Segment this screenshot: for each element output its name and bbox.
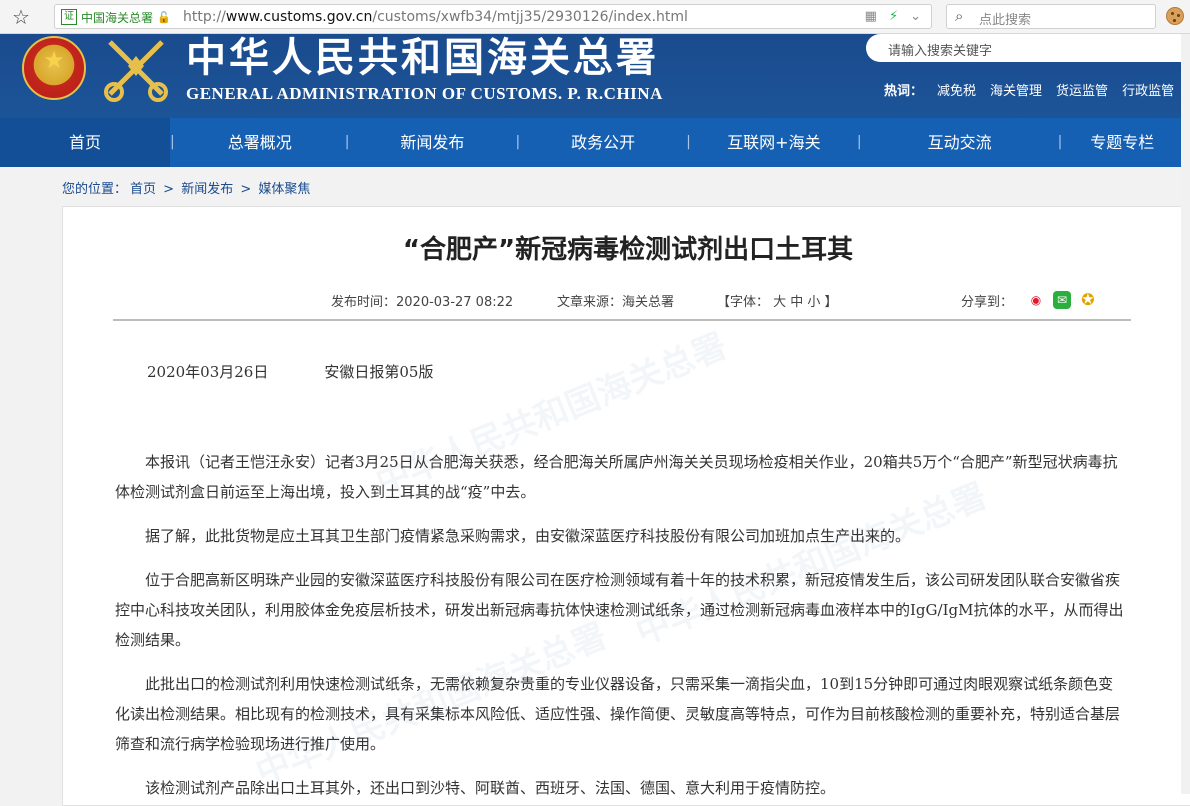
breadcrumb-link-media[interactable]: 媒体聚焦: [258, 182, 310, 197]
customs-key-logo-icon: [104, 40, 168, 102]
share-label: 分享到：: [961, 295, 1014, 310]
article-meta: 发布时间：2020-03-27 08:22 文章来源：海关总署 【字体： 大 中…: [63, 291, 1190, 311]
nav-item-internet-customs[interactable]: 互联网+海关: [691, 118, 857, 167]
site-search-placeholder: 请输入搜索关键字: [888, 44, 993, 59]
chevron-down-icon[interactable]: ⌄: [910, 8, 921, 26]
site-header: 中华人民共和国海关总署 GENERAL ADMINISTRATION OF CU…: [0, 34, 1190, 118]
breadcrumb-sep: >: [240, 182, 252, 197]
cookie-icon[interactable]: [1166, 7, 1184, 25]
nav-item-interaction[interactable]: 互动交流: [862, 118, 1058, 167]
article-paragraph: 该检测试剂产品除出口土耳其外，还出口到沙特、阿联酋、西班牙、法国、德国、意大利用…: [145, 779, 836, 797]
article-paragraph: 位于合肥高新区明珠产业园的安徽深蓝医疗科技股份有限公司在医疗检测领域有着十年的技…: [115, 571, 1124, 649]
font-size-switcher[interactable]: 【字体： 大 中 小 】: [717, 291, 838, 310]
nav-item-gov-affairs[interactable]: 政务公开: [520, 118, 686, 167]
url-text[interactable]: http://www.customs.gov.cn/customs/xwfb34…: [183, 8, 688, 26]
weibo-share-icon[interactable]: ◉: [1027, 291, 1045, 309]
certificate-badge-icon: 证: [61, 9, 77, 25]
favorite-star-icon[interactable]: ✪: [1079, 291, 1097, 309]
hot-word-link[interactable]: 减免税: [937, 80, 976, 99]
hot-word-link[interactable]: 海关管理: [990, 80, 1042, 99]
breadcrumb-sep: >: [163, 182, 175, 197]
article-title: “合肥产”新冠病毒检测试剂出口土耳其: [402, 235, 854, 265]
address-bar[interactable]: 证 中国海关总署 🔓 http://www.customs.gov.cn/cus…: [54, 4, 932, 29]
nav-item-special-topics[interactable]: 专题专栏: [1062, 118, 1182, 167]
hot-words-label: 热词：: [884, 84, 924, 99]
article-source: 文章来源：海关总署: [557, 295, 675, 310]
lightning-icon[interactable]: ⚡: [889, 8, 898, 26]
breadcrumb-link-home[interactable]: 首页: [130, 182, 156, 197]
wechat-share-icon[interactable]: ✉: [1053, 291, 1071, 309]
article-dateline: 2020年03月26日 安徽日报第05版: [115, 357, 1125, 387]
article-body: 2020年03月26日 安徽日报第05版 本报讯（记者王恺汪永安）记者3月25日…: [115, 357, 1125, 805]
insecure-lock-icon: 🔓: [157, 10, 171, 24]
main-nav: 首页 | 总署概况 | 新闻发布 | 政务公开 | 互联网+海关 | 互动交流 …: [0, 118, 1190, 167]
article-paragraph: 本报讯（记者王恺汪永安）记者3月25日从合肥海关获悉，经合肥海关所属庐州海关关员…: [115, 453, 1118, 501]
breadcrumb-link-news[interactable]: 新闻发布: [181, 182, 233, 197]
hot-words: 热词： 减免税 海关管理 货运监管 行政监管: [884, 80, 1174, 99]
article-paper: 安徽日报第05版: [324, 363, 434, 381]
nav-item-news[interactable]: 新闻发布: [349, 118, 515, 167]
browser-toolbar: ☆ 证 中国海关总署 🔓 http://www.customs.gov.cn/c…: [0, 0, 1190, 34]
article: 中华人民共和国海关总署 中华人民共和国海关总署 中华人民共和国海关总署 “合肥产…: [62, 206, 1190, 806]
hot-word-link[interactable]: 行政监管: [1122, 80, 1174, 99]
browser-search-placeholder: 点此搜索: [979, 13, 1032, 28]
browser-search-box[interactable]: ⌕ 点此搜索: [946, 4, 1156, 29]
nav-item-overview[interactable]: 总署概况: [175, 118, 345, 167]
breadcrumb-prefix: 您的位置：: [62, 182, 128, 197]
grid-icon[interactable]: ▦: [865, 8, 877, 26]
hot-word-link[interactable]: 货运监管: [1056, 80, 1108, 99]
site-title-cn[interactable]: 中华人民共和国海关总署: [186, 36, 659, 80]
site-title-en: GENERAL ADMINISTRATION OF CUSTOMS. P. R.…: [186, 84, 663, 103]
breadcrumb: 您的位置： 首页 > 新闻发布 > 媒体聚焦: [62, 178, 313, 197]
publish-time: 发布时间：2020-03-27 08:22: [331, 295, 514, 310]
title-divider: [113, 319, 1131, 321]
article-paragraph: 据了解，此批货物是应土耳其卫生部门疫情紧急采购需求，由安徽深蓝医疗科技股份有限公…: [145, 527, 911, 545]
site-search-input[interactable]: 请输入搜索关键字: [866, 34, 1190, 62]
search-icon: ⌕: [955, 7, 964, 25]
article-paragraph: 此批出口的检测试剂利用快速检测试纸条，无需依赖复杂贵重的专业仪器设备，只需采集一…: [115, 675, 1121, 753]
nav-item-home[interactable]: 首页: [0, 118, 170, 167]
national-emblem-icon: [22, 36, 86, 100]
site-identity[interactable]: 证 中国海关总署 🔓: [61, 8, 171, 26]
bookmark-star-icon[interactable]: ☆: [8, 4, 34, 30]
article-date: 2020年03月26日: [147, 363, 269, 381]
page-scrollbar[interactable]: [1181, 34, 1190, 794]
site-name: 中国海关总署: [81, 10, 154, 25]
